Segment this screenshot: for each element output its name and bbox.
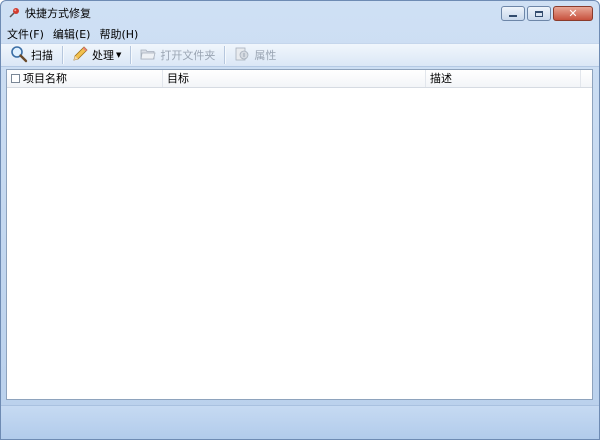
open-folder-button[interactable]: 打开文件夹 (136, 45, 218, 65)
minimize-icon (509, 15, 517, 17)
magnifier-icon (10, 45, 28, 66)
open-folder-label: 打开文件夹 (160, 49, 216, 62)
select-all-checkbox[interactable] (11, 74, 20, 83)
properties-icon (233, 45, 251, 66)
shortcut-list[interactable]: 项目名称 目标 描述 (6, 69, 593, 400)
caption-buttons: ✕ (499, 6, 593, 21)
menu-help[interactable]: 帮助(H) (99, 26, 138, 42)
title-bar[interactable]: 快捷方式修复 ✕ (1, 1, 599, 25)
column-header-name[interactable]: 项目名称 (7, 70, 163, 87)
process-label: 处理 (92, 49, 114, 62)
toolbar-separator (224, 46, 227, 64)
menu-bar: 文件(F) 编辑(E) 帮助(H) (1, 25, 599, 43)
pin-icon (7, 6, 21, 20)
scan-button[interactable]: 扫描 (7, 45, 56, 65)
app-window: 快捷方式修复 ✕ 文件(F) 编辑(E) 帮助(H) 扫描 处理 ▼ 打开文件夹… (0, 0, 600, 440)
column-header-target[interactable]: 目标 (163, 70, 426, 87)
window-title: 快捷方式修复 (25, 7, 91, 20)
process-button[interactable]: 处理 ▼ (68, 45, 124, 65)
status-bar (1, 405, 599, 439)
properties-button[interactable]: 属性 (230, 45, 279, 65)
properties-label: 属性 (254, 49, 277, 62)
close-button[interactable]: ✕ (553, 6, 593, 21)
chevron-down-icon: ▼ (116, 51, 122, 59)
menu-edit[interactable]: 编辑(E) (53, 26, 91, 42)
toolbar-separator (62, 46, 64, 64)
menu-file[interactable]: 文件(F) (7, 26, 44, 42)
list-header: 项目名称 目标 描述 (7, 70, 592, 88)
folder-icon (139, 45, 157, 66)
toolbar: 扫描 处理 ▼ 打开文件夹 属性 (1, 43, 599, 67)
maximize-button[interactable] (527, 6, 551, 21)
column-header-description[interactable]: 描述 (426, 70, 581, 87)
scan-label: 扫描 (31, 49, 53, 62)
maximize-icon (535, 10, 543, 17)
column-header-name-label: 项目名称 (23, 72, 67, 85)
minimize-button[interactable] (501, 6, 525, 21)
toolbar-separator (130, 46, 133, 64)
close-icon: ✕ (568, 7, 578, 20)
pencil-icon (71, 45, 89, 66)
list-body[interactable] (7, 88, 592, 399)
